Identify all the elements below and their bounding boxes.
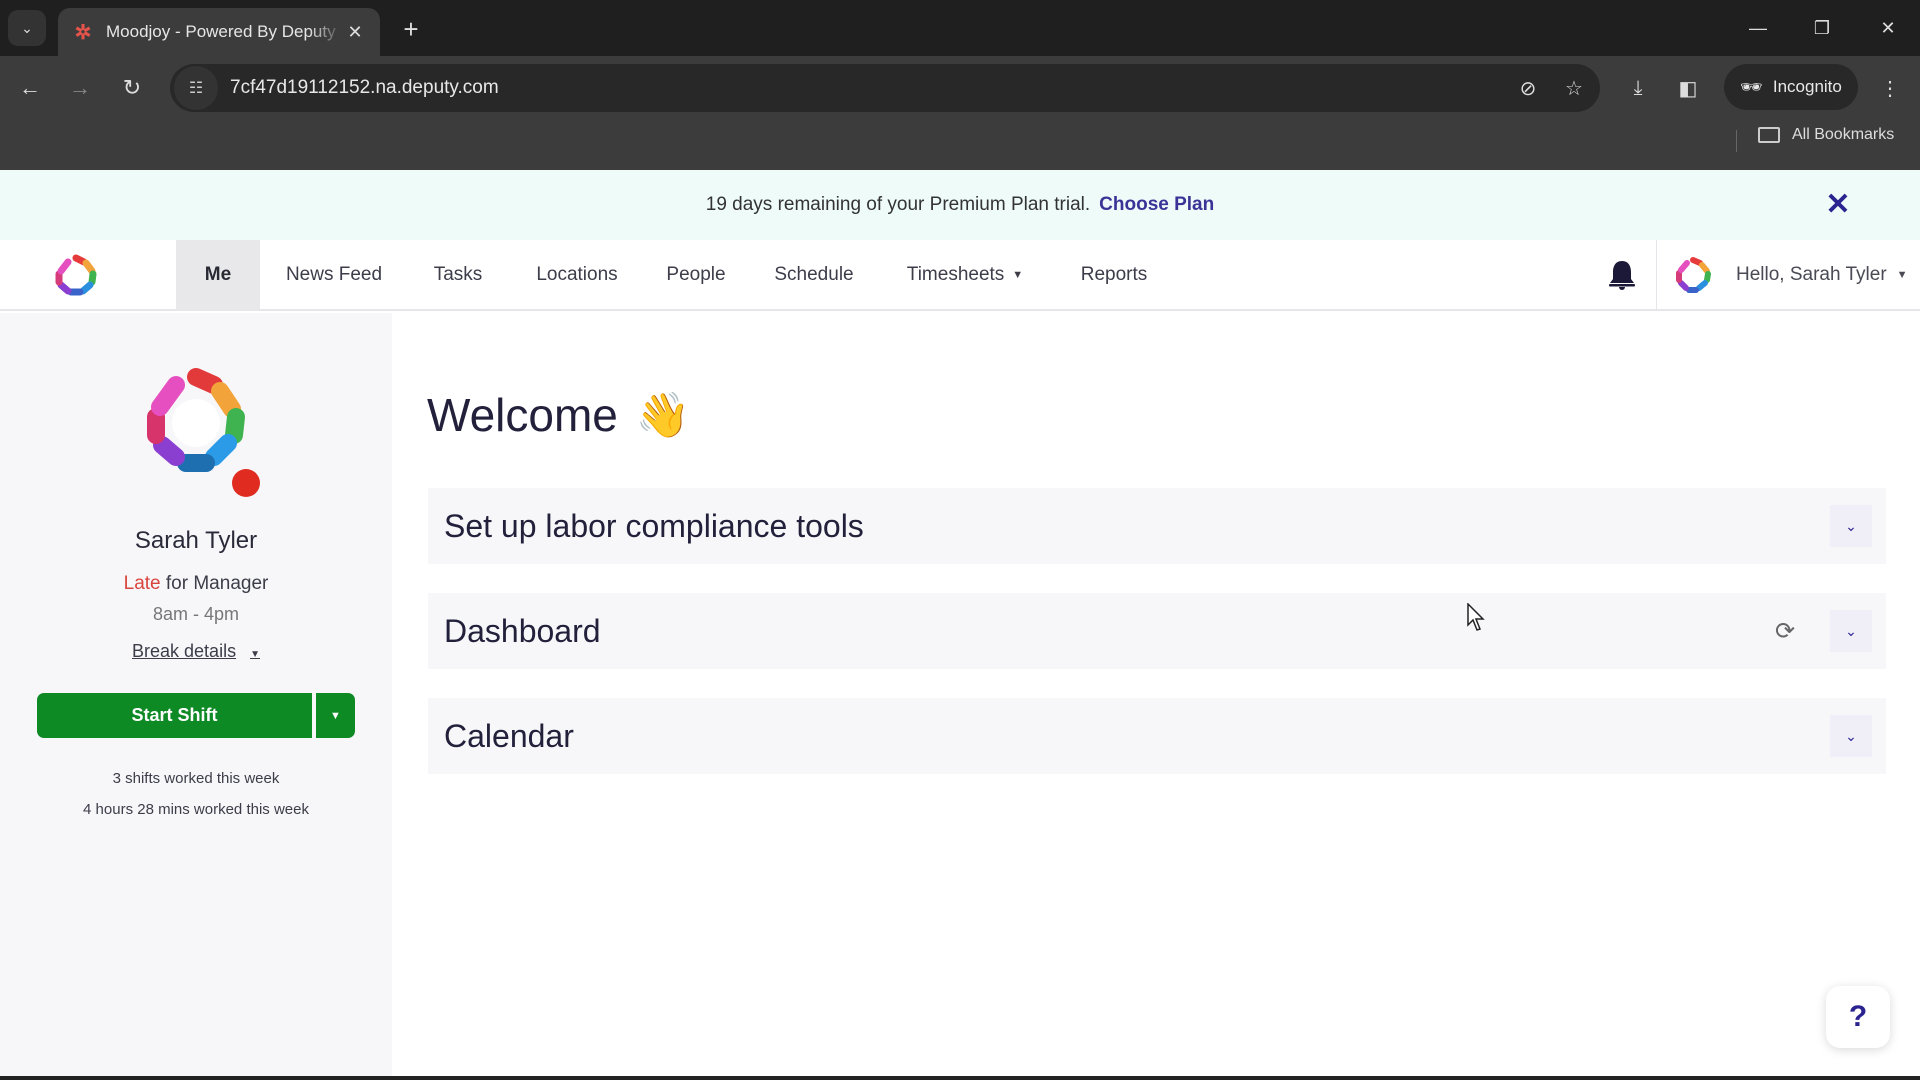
trial-message: 19 days remaining of your Premium Plan t… xyxy=(705,194,1091,215)
nav-schedule[interactable]: Schedule xyxy=(770,240,858,310)
start-shift-options-button[interactable]: ▼ xyxy=(316,693,355,738)
panel-title: Calendar xyxy=(444,717,574,754)
employee-name: Sarah Tyler xyxy=(134,527,258,554)
trial-banner: 19 days remaining of your Premium Plan t… xyxy=(0,170,1920,240)
download-icon[interactable]: ⤓ xyxy=(1620,70,1656,106)
welcome-text: Welcome xyxy=(427,389,618,441)
close-tab-icon[interactable]: ✕ xyxy=(344,21,366,43)
user-org-logo-icon[interactable] xyxy=(1674,256,1712,294)
panel-labor-compliance[interactable]: Set up labor compliance tools ⌄ xyxy=(428,488,1886,564)
mouse-cursor-icon xyxy=(1467,603,1485,631)
url-text[interactable]: 7cf47d19112152.na.deputy.com xyxy=(230,77,1508,99)
bookmark-star-icon[interactable]: ☆ xyxy=(1554,68,1594,108)
restore-window-button[interactable]: ❐ xyxy=(1802,10,1842,46)
break-details-link[interactable]: Break details ▼ xyxy=(0,641,392,662)
side-panel-icon[interactable]: ◧ xyxy=(1670,70,1706,106)
late-status-dot xyxy=(232,469,260,497)
deputy-favicon-icon: ✲ xyxy=(74,21,92,44)
moodjoy-logo-icon[interactable] xyxy=(50,252,102,298)
address-bar[interactable]: ☷ 7cf47d19112152.na.deputy.com ⊘ ☆ xyxy=(170,64,1600,112)
reload-icon: ↻ xyxy=(122,75,142,100)
welcome-heading: Welcome 👋 xyxy=(427,388,691,442)
start-shift-button[interactable]: Start Shift xyxy=(37,693,312,738)
chevron-down-icon: ⌄ xyxy=(21,19,33,36)
browser-tab-strip: ⌄ ✲ Moodjoy - Powered By Deputy ✕ + — ❐ … xyxy=(0,0,1920,56)
shifts-worked-stat: 3 shifts worked this week xyxy=(112,770,280,787)
nav-locations-label: Locations xyxy=(536,264,618,285)
caret-down-icon: ▼ xyxy=(330,709,341,722)
incognito-icon: 🕶 xyxy=(1740,76,1763,97)
browser-tab[interactable]: ✲ Moodjoy - Powered By Deputy ✕ xyxy=(58,8,380,56)
help-button[interactable]: ? xyxy=(1826,986,1890,1048)
incognito-badge[interactable]: 🕶 Incognito xyxy=(1724,64,1858,110)
arrow-left-icon: ← xyxy=(19,75,41,100)
panel-title: Dashboard xyxy=(444,612,601,649)
nav-timesheets[interactable]: Timesheets ▼ xyxy=(902,240,1028,310)
chevron-down-icon[interactable]: ⌄ xyxy=(1830,715,1872,757)
bottom-edge xyxy=(0,1076,1920,1080)
chevron-down-icon[interactable]: ⌄ xyxy=(1830,505,1872,547)
greeting-text: Hello, Sarah Tyler xyxy=(1736,264,1887,285)
break-details-label: Break details xyxy=(132,641,237,661)
panel-title: Set up labor compliance tools xyxy=(444,507,864,544)
tab-search-button[interactable]: ⌄ xyxy=(8,10,46,46)
time-worked-stat: 4 hours 28 mins worked this week xyxy=(83,801,309,818)
shift-status: Late for Manager xyxy=(0,573,392,595)
caret-down-icon: ▼ xyxy=(1896,269,1908,281)
app-nav: Me News Feed Tasks Locations People Sche… xyxy=(0,240,1920,311)
minimize-window-button[interactable]: — xyxy=(1738,10,1778,46)
nav-news-feed[interactable]: News Feed xyxy=(280,240,388,310)
arrow-right-icon: → xyxy=(69,75,91,100)
notification-bell-icon[interactable] xyxy=(1604,256,1640,292)
role-label: for Manager xyxy=(160,573,269,594)
waving-hand-icon: 👋 xyxy=(635,391,691,440)
nav-news-feed-label: News Feed xyxy=(285,264,383,285)
all-bookmarks-button[interactable]: All Bookmarks xyxy=(1758,126,1894,144)
forward-button[interactable]: → xyxy=(62,70,98,106)
chevron-down-icon[interactable]: ⌄ xyxy=(1830,610,1872,652)
nav-schedule-label: Schedule xyxy=(774,264,854,285)
nav-tasks-label: Tasks xyxy=(433,264,483,285)
browser-toolbar: ← → ↻ ☷ 7cf47d19112152.na.deputy.com ⊘ ☆… xyxy=(0,56,1920,170)
bookmarks-divider xyxy=(1736,130,1737,152)
nav-people-label: People xyxy=(666,264,726,285)
close-banner-icon[interactable]: ✕ xyxy=(1822,188,1854,221)
user-menu[interactable]: Hello, Sarah Tyler ▼ xyxy=(1736,240,1908,310)
reload-button[interactable]: ↻ xyxy=(114,70,150,106)
nav-me-label: Me xyxy=(204,264,232,285)
nav-reports[interactable]: Reports xyxy=(1076,240,1152,310)
caret-down-icon: ▼ xyxy=(1012,269,1024,281)
back-button[interactable]: ← xyxy=(12,70,48,106)
nav-me[interactable]: Me xyxy=(176,240,260,310)
all-bookmarks-label: All Bookmarks xyxy=(1792,126,1895,143)
nav-reports-label: Reports xyxy=(1080,264,1148,285)
new-tab-button[interactable]: + xyxy=(396,14,426,44)
site-info-icon[interactable]: ☷ xyxy=(174,66,218,110)
shift-hours: 8am - 4pm xyxy=(152,604,240,624)
nav-timesheets-label: Timesheets xyxy=(906,264,1005,285)
panel-dashboard[interactable]: Dashboard ⟳ ⌄ xyxy=(428,593,1886,669)
nav-locations[interactable]: Locations xyxy=(530,240,624,310)
avatar xyxy=(147,368,245,472)
nav-tasks[interactable]: Tasks xyxy=(424,240,492,310)
tab-title: Moodjoy - Powered By Deputy xyxy=(106,22,336,41)
nav-people[interactable]: People xyxy=(662,240,730,310)
folder-icon xyxy=(1758,127,1780,143)
panel-calendar[interactable]: Calendar ⌄ xyxy=(428,698,1886,774)
eye-off-icon[interactable]: ⊘ xyxy=(1508,68,1548,108)
profile-sidebar: Sarah Tyler Late for Manager 8am - 4pm B… xyxy=(0,313,392,1080)
close-window-button[interactable]: ✕ xyxy=(1868,10,1908,46)
nav-divider xyxy=(1656,240,1657,310)
choose-plan-link[interactable]: Choose Plan xyxy=(1099,194,1214,216)
kebab-menu-icon[interactable]: ⋮ xyxy=(1872,70,1908,106)
caret-down-icon: ▼ xyxy=(250,649,260,660)
refresh-icon[interactable]: ⟳ xyxy=(1768,614,1802,648)
late-label: Late xyxy=(123,573,161,594)
incognito-label: Incognito xyxy=(1772,77,1842,96)
